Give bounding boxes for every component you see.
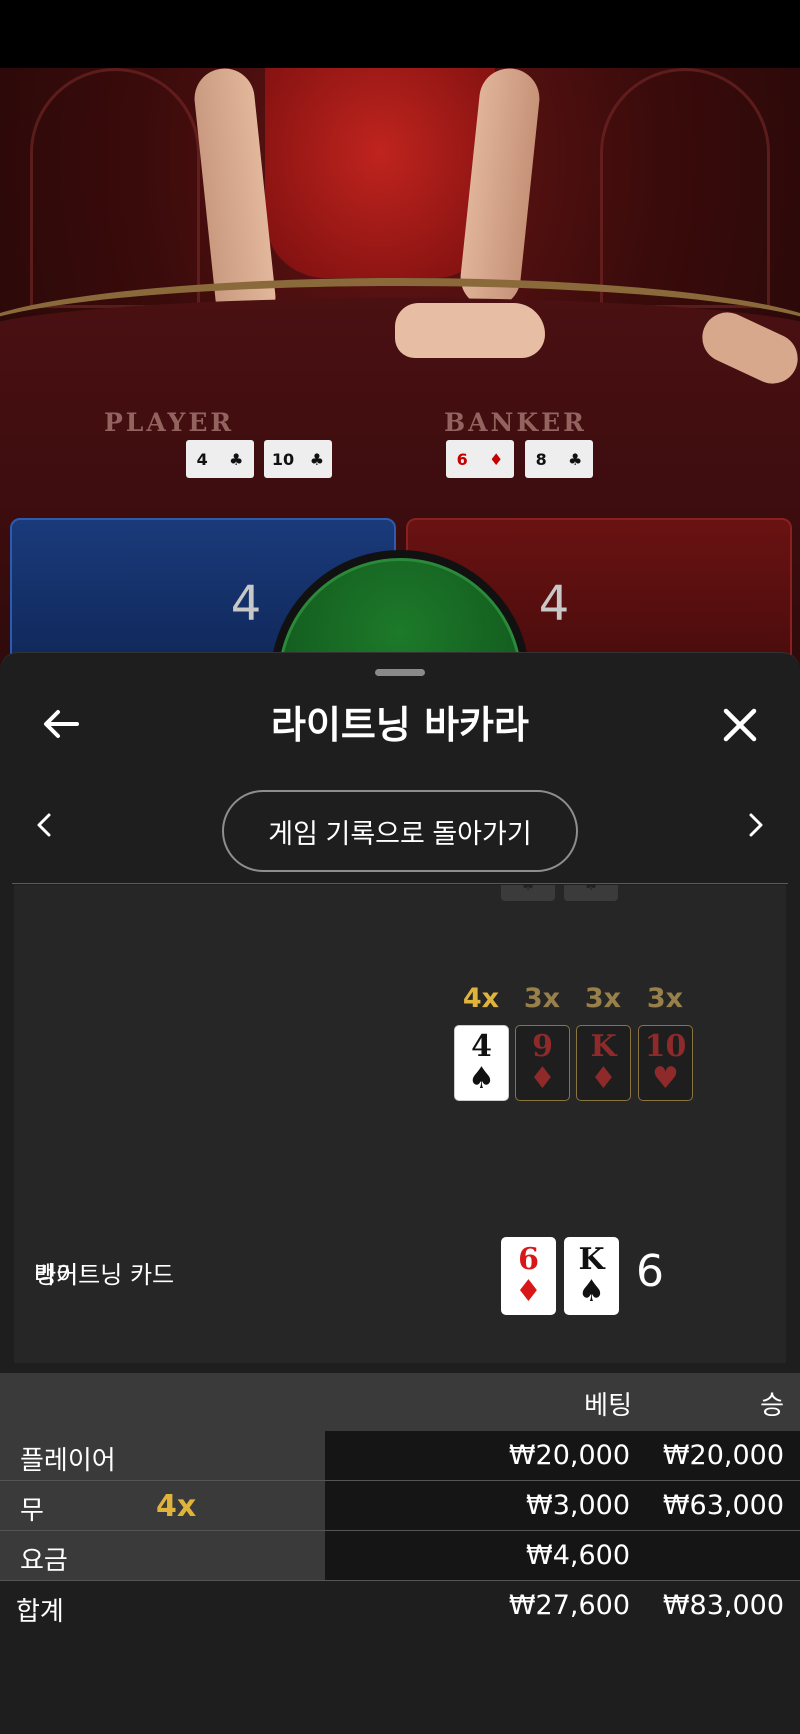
divider: [12, 883, 788, 884]
lightning-multiplier: 3x: [523, 983, 561, 1014]
card-suit: ♦: [515, 1274, 542, 1309]
back-button[interactable]: [36, 699, 86, 749]
bet-amount: ₩3,000: [526, 1490, 630, 1521]
round-detail-panel[interactable]: ♠ ♠ 라이트닝 카드 4x 3x 3x 3x 4 ♠ 9 ♦ K ♦ 10 ♥…: [14, 885, 786, 1363]
row-label: 무: [20, 1496, 44, 1526]
tie-multiplier-badge: 4x: [156, 1489, 197, 1524]
card-suit: ♦: [590, 1061, 617, 1096]
bet-column-header: 베팅: [584, 1391, 632, 1421]
cut-off-card: ♠: [564, 885, 618, 901]
bet-amount: ₩20,000: [508, 1440, 630, 1471]
arrow-left-icon: [44, 710, 79, 738]
lightning-card: 4 ♠: [454, 1025, 509, 1101]
previous-round-button[interactable]: [26, 805, 62, 845]
banker-card: K ♠: [564, 1237, 619, 1315]
card-rank: 10: [271, 449, 295, 469]
card-suit: ♣: [568, 449, 583, 469]
lightning-card: 9 ♦: [515, 1025, 570, 1101]
card-suit: ♠: [468, 1061, 495, 1096]
total-row: 합계 ₩27,600 ₩83,000: [0, 1581, 800, 1633]
felt-banker-label: BANKER: [444, 408, 587, 437]
row-label-cell: 플레이어: [0, 1431, 325, 1480]
card-suit: ♦: [489, 449, 504, 469]
card-suit: ♣: [309, 449, 325, 469]
next-round-button[interactable]: [738, 805, 774, 845]
card-rank: 10: [644, 1029, 687, 1064]
background-arch: [30, 68, 200, 308]
win-column-header: 승: [760, 1391, 784, 1421]
lightning-multiplier: 3x: [584, 983, 622, 1014]
table-row: 무 4x ₩3,000 ₩63,000: [0, 1481, 800, 1531]
lightning-multiplier: 3x: [646, 983, 684, 1014]
win-amount: ₩63,000: [662, 1490, 784, 1521]
card-rank: 4: [471, 1029, 492, 1064]
card-rank: 8: [535, 449, 547, 469]
banker-total: 6: [636, 1246, 664, 1297]
dealer-figure: [265, 68, 495, 278]
card-rank: 4: [196, 449, 208, 469]
felt-banker-card: 6 ♦: [446, 440, 514, 478]
banker-row-label: 뱅커: [34, 1261, 79, 1289]
win-amount: ₩20,000: [662, 1440, 784, 1471]
card-rank: K: [578, 1242, 605, 1277]
back-to-history-button[interactable]: 게임 기록으로 돌아가기: [222, 790, 578, 872]
total-bet-amount: ₩27,600: [508, 1590, 630, 1621]
chevron-left-icon: [37, 813, 51, 837]
cut-off-card: ♠: [501, 885, 555, 901]
close-icon: [723, 708, 757, 742]
table-row: 플레이어 ₩20,000 ₩20,000: [0, 1431, 800, 1481]
total-label: 합계: [16, 1597, 64, 1627]
close-button[interactable]: [714, 699, 766, 751]
card-rank: 9: [532, 1029, 553, 1064]
felt-banker-card: 8 ♣: [525, 440, 593, 478]
felt-player-label: PLAYER: [104, 408, 235, 437]
felt-player-card: 4 ♣: [186, 440, 254, 478]
player-score: 4: [230, 576, 262, 632]
bets-table: 베팅 승 플레이어 ₩20,000 ₩20,000 무 4x ₩3,000 ₩6…: [0, 1373, 800, 1633]
bet-amount: ₩4,600: [526, 1540, 630, 1571]
banker-score: 4: [538, 576, 570, 632]
card-suit: ♣: [229, 449, 244, 469]
row-label-cell: 요금: [0, 1531, 325, 1580]
lightning-card: K ♦: [576, 1025, 631, 1101]
row-label: 플레이어: [20, 1446, 116, 1476]
background-arch: [600, 68, 770, 308]
card-suit: ♦: [529, 1061, 556, 1096]
sheet-title: 라이트닝 바카라: [271, 703, 529, 747]
bets-table-header: 베팅 승: [0, 1373, 800, 1431]
row-label: 요금: [20, 1546, 68, 1576]
card-suit: ♠: [578, 1274, 605, 1309]
card-rank: K: [590, 1029, 617, 1064]
felt-player-card: 10 ♣: [264, 440, 332, 478]
table-row: 요금 ₩4,600: [0, 1531, 800, 1581]
lightning-multiplier: 4x: [462, 983, 500, 1014]
card-rank: 6: [456, 449, 468, 469]
chevron-right-icon: [749, 813, 763, 837]
sheet-drag-handle[interactable]: [375, 669, 425, 676]
card-suit: ♥: [652, 1061, 679, 1096]
card-rank: 6: [518, 1242, 539, 1277]
banker-card: 6 ♦: [501, 1237, 556, 1315]
dealer-hand: [395, 303, 545, 358]
game-detail-sheet: 라이트닝 바카라 게임 기록으로 돌아가기 ♠ ♠ 라이트닝 카드 4x 3x …: [0, 652, 800, 1734]
total-win-amount: ₩83,000: [662, 1590, 784, 1621]
lightning-card: 10 ♥: [638, 1025, 693, 1101]
